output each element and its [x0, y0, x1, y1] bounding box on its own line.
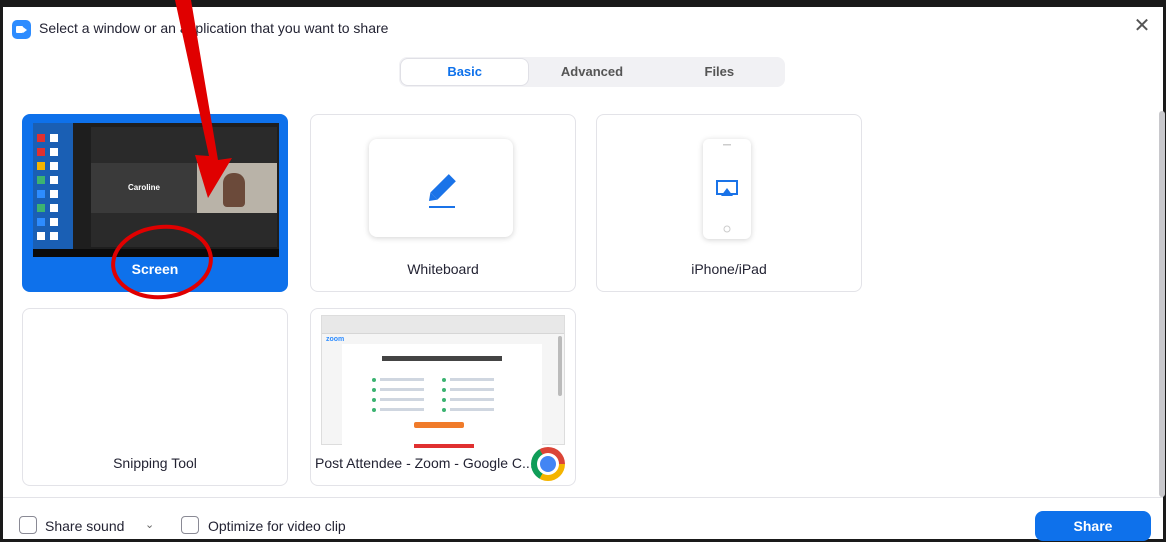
share-options-grid: Caroline Screen Whiteboard iPhone/iPad S… — [3, 99, 1153, 497]
optimize-video-checkbox[interactable] — [181, 516, 199, 534]
share-option-label: iPhone/iPad — [691, 261, 767, 277]
share-option-label: Post Attendee - Zoom - Google C... — [315, 455, 534, 471]
share-screen-dialog: Select a window or an application that y… — [0, 0, 1166, 542]
screen-thumbnail: Caroline — [33, 123, 279, 257]
airplay-icon — [716, 144, 738, 233]
zoom-app-icon — [12, 20, 31, 39]
share-option-label: Snipping Tool — [113, 455, 197, 471]
whiteboard-preview — [369, 139, 513, 237]
vertical-scrollbar[interactable] — [1159, 111, 1165, 497]
chevron-down-icon[interactable]: ⌄ — [145, 518, 154, 531]
share-sound-checkbox[interactable] — [19, 516, 37, 534]
share-option-whiteboard[interactable]: Whiteboard — [310, 114, 576, 292]
close-button[interactable]: ✕ — [1131, 16, 1153, 38]
share-sound-label: Share sound — [45, 518, 125, 534]
taskbar-thumbnail — [33, 249, 279, 257]
desktop-icons — [33, 123, 73, 249]
share-option-label: Whiteboard — [407, 261, 479, 277]
title-bar: Select a window or an application that y… — [3, 7, 1163, 49]
dialog-footer: Share sound ⌄ Optimize for video clip Sh… — [3, 497, 1163, 542]
dialog-title: Select a window or an application that y… — [39, 20, 389, 36]
share-option-chrome-window[interactable]: zoom Post Attendee - Zoom - Google C... — [310, 308, 576, 486]
tab-basic[interactable]: Basic — [401, 59, 529, 85]
optimize-video-label: Optimize for video clip — [208, 518, 346, 534]
device-preview — [703, 139, 751, 239]
share-option-iphone-ipad[interactable]: iPhone/iPad — [596, 114, 862, 292]
share-option-label: Screen — [131, 261, 179, 277]
share-tabs: Basic Advanced Files — [399, 57, 785, 87]
share-button[interactable]: Share — [1035, 511, 1151, 541]
participant-name-tile: Caroline — [91, 163, 197, 213]
pencil-icon — [428, 174, 456, 208]
chrome-window-thumbnail: zoom — [321, 315, 565, 448]
share-option-snipping-tool[interactable]: Snipping Tool — [22, 308, 288, 486]
tab-files[interactable]: Files — [656, 59, 783, 85]
chrome-icon — [531, 447, 565, 481]
tab-advanced[interactable]: Advanced — [528, 59, 655, 85]
participant-video-tile — [197, 163, 277, 213]
share-option-screen[interactable]: Caroline Screen — [22, 114, 288, 292]
